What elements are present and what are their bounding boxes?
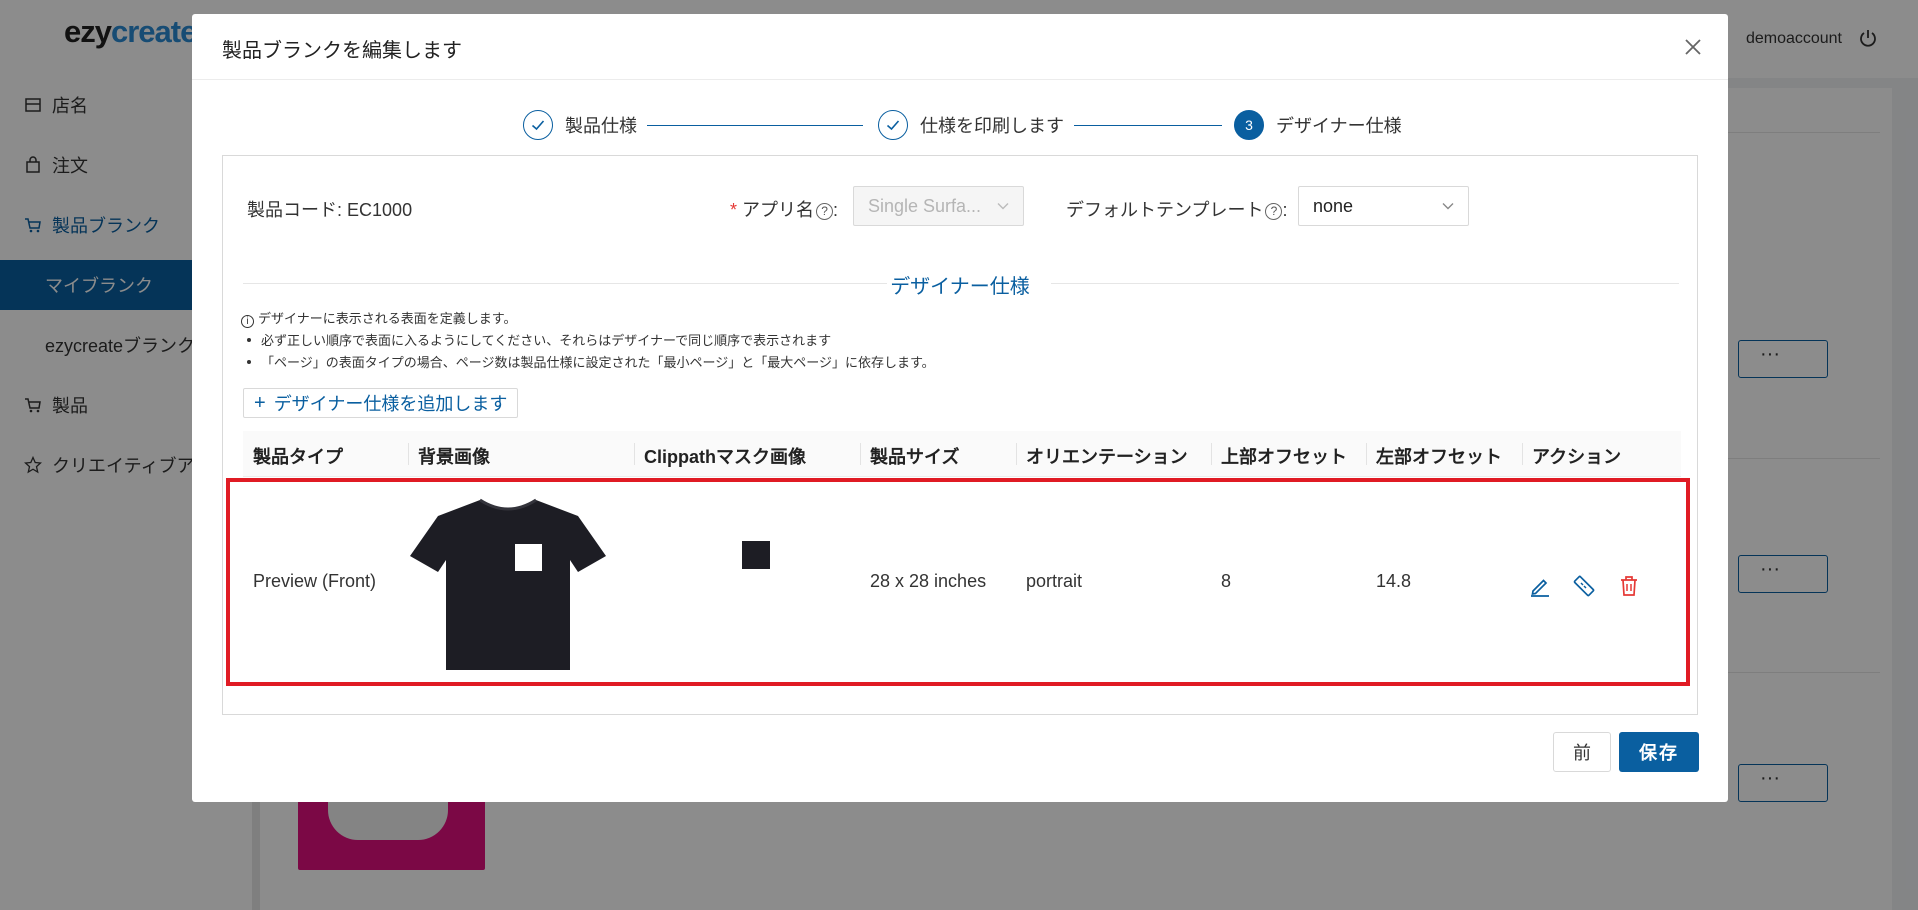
edit-icon[interactable] (1528, 574, 1552, 598)
step-print-spec[interactable]: 仕様を印刷します (878, 110, 1064, 140)
form-row: 製品コード: EC1000 * アプリ名?: Single Surfa... デ… (223, 186, 1697, 226)
column-header-background[interactable]: 背景画像 (408, 431, 634, 477)
default-template-select[interactable]: none (1298, 186, 1469, 226)
cell-size: 28 x 28 inches (870, 570, 987, 591)
column-header-clippath[interactable]: Clippathマスク画像 (634, 431, 860, 477)
product-code-label: 製品コード: (247, 200, 343, 220)
app-name-select[interactable]: Single Surfa... (853, 186, 1024, 226)
default-template-label-group: デフォルトテンプレート?: (1066, 196, 1287, 222)
default-template-value: none (1313, 196, 1354, 216)
check-icon (523, 110, 553, 140)
chevron-down-icon (997, 203, 1009, 210)
note-item: i デザイナーに表示される表面を定義します。 (241, 308, 935, 330)
column-header-left-offset[interactable]: 左部オフセット (1366, 431, 1522, 477)
column-header-top-offset[interactable]: 上部オフセット (1211, 431, 1366, 477)
app-name-label-group: * アプリ名?: (730, 196, 838, 222)
add-button-label: デザイナー仕様を追加します (273, 394, 508, 414)
close-button[interactable] (1678, 32, 1708, 62)
note-item: 必ず正しい順序で表面に入るようにしてください、それらはデザイナーで同じ順序で表示… (241, 330, 935, 352)
cell-top-offset: 8 (1221, 570, 1232, 591)
question-icon[interactable]: ? (816, 202, 834, 220)
table-header: 製品タイプ 背景画像 Clippathマスク画像 製品サイズ オリエンテーション… (243, 431, 1681, 477)
stepper: 製品仕様 仕様を印刷します 3 デザイナー仕様 (192, 110, 1728, 146)
step-connector (1074, 125, 1222, 126)
info-icon: i (241, 315, 254, 328)
bullet (247, 338, 251, 342)
label-colon: : (833, 200, 839, 220)
column-header-size[interactable]: 製品サイズ (860, 431, 1016, 477)
note-item: 「ページ」の表面タイプの場合、ページ数は製品仕様に設定された「最小ページ」と「最… (241, 352, 935, 374)
step-designer-spec[interactable]: 3 デザイナー仕様 (1234, 110, 1402, 140)
modal-title: 製品ブランクを編集します (222, 40, 462, 62)
column-header-type[interactable]: 製品タイプ (243, 431, 408, 477)
app-name-value: Single Surfa... (868, 196, 982, 216)
background-image-tshirt (410, 498, 606, 670)
column-header-orientation[interactable]: オリエンテーション (1016, 431, 1211, 477)
label-colon: : (1282, 200, 1288, 220)
ruler-icon[interactable] (1572, 574, 1596, 598)
required-mark: * (730, 200, 738, 220)
add-designer-spec-button[interactable]: + デザイナー仕様を追加します (243, 388, 519, 418)
step-product-spec[interactable]: 製品仕様 (523, 110, 637, 140)
question-icon[interactable]: ? (1265, 202, 1283, 220)
cell-type: Preview (Front) (253, 570, 377, 591)
default-template-label: デフォルトテンプレート (1066, 200, 1264, 220)
column-header-actions[interactable]: アクション (1522, 431, 1681, 477)
bullet (247, 360, 251, 364)
section-header: デザイナー仕様 (223, 268, 1697, 298)
cell-left-offset: 14.8 (1376, 570, 1412, 591)
clippath-mask-image (742, 541, 770, 569)
step-number: 3 (1234, 110, 1264, 140)
step-label: デザイナー仕様 (1276, 116, 1402, 136)
plus-icon: + (254, 392, 266, 414)
check-icon (878, 110, 908, 140)
save-button[interactable]: 保存 (1619, 732, 1699, 772)
modal-header: 製品ブランクを編集します (192, 14, 1728, 80)
product-code-value: EC1000 (347, 200, 413, 220)
step-label: 仕様を印刷します (920, 116, 1064, 136)
notes: i デザイナーに表示される表面を定義します。 必ず正しい順序で表面に入るようにして… (241, 308, 935, 374)
step-connector (647, 125, 863, 126)
product-code-field: 製品コード: EC1000 (247, 196, 412, 222)
section-title: デザイナー仕様 (890, 276, 1030, 298)
step-label: 製品仕様 (565, 116, 637, 136)
trash-icon[interactable] (1617, 574, 1641, 598)
prev-button[interactable]: 前 (1553, 732, 1611, 772)
edit-blank-modal: 製品ブランクを編集します 製品仕様 仕様を印刷します 3 デザイナー仕様 製品コ… (192, 14, 1728, 802)
app-name-label: アプリ名 (742, 200, 815, 220)
close-icon (1685, 39, 1701, 55)
chevron-down-icon (1442, 203, 1454, 210)
cell-orientation: portrait (1026, 570, 1083, 591)
